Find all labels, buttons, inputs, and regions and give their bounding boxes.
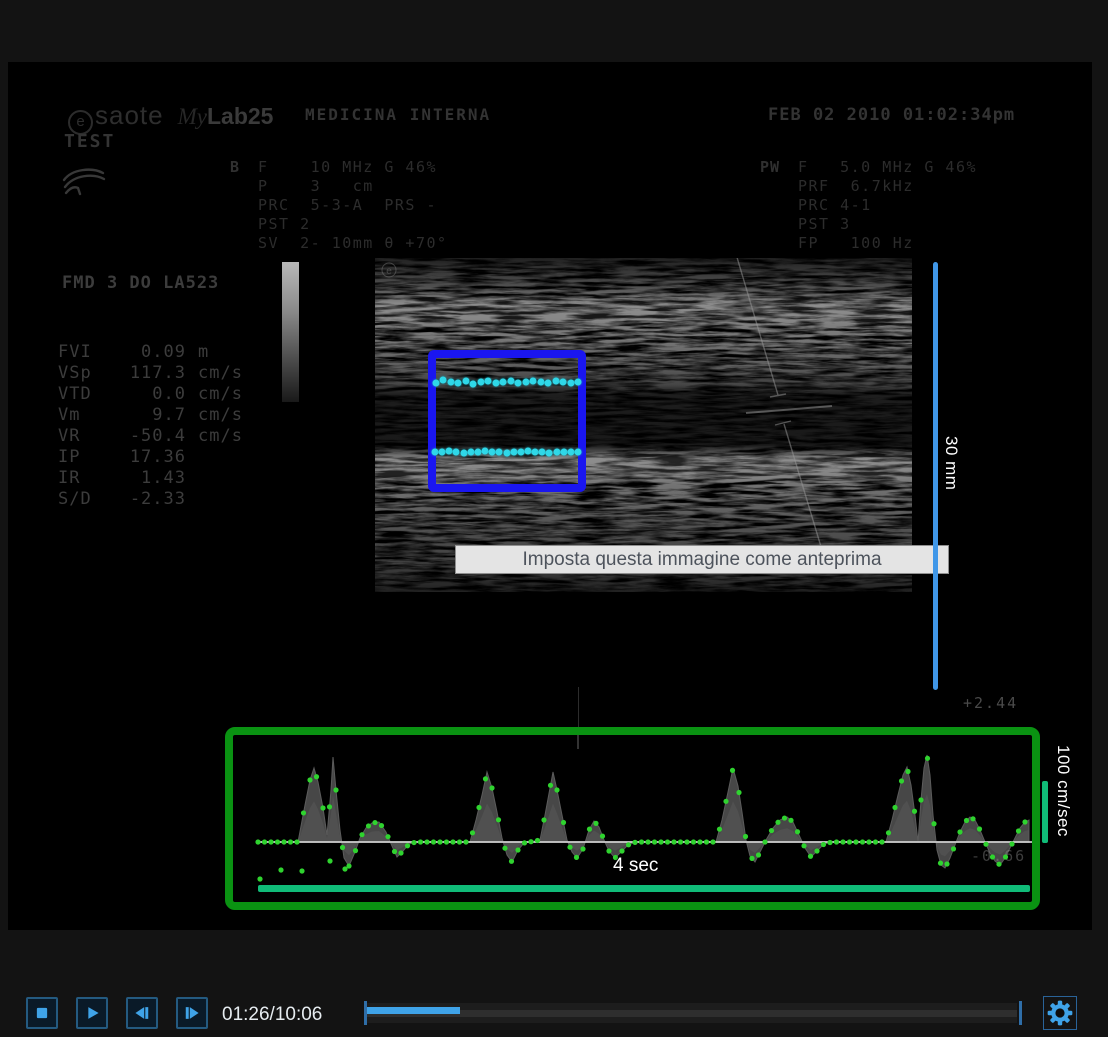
tooltip-text: Imposta questa immagine come anteprima — [522, 549, 881, 571]
pw-params-lines: F 5.0 MHz G 46% PRF 6.7kHz PRC 4-1 PST 3… — [798, 158, 977, 253]
measurement-row: FVI0.09m — [58, 342, 243, 363]
progress-start-tick — [364, 1001, 367, 1025]
depth-scale-line — [933, 262, 938, 690]
product-name-my: My — [178, 104, 207, 130]
fmd-roi-box — [428, 350, 586, 492]
velocity-max-value: +2.44 — [963, 694, 1018, 712]
stop-button[interactable] — [26, 997, 58, 1029]
esaote-logo: esaoteMyLab25 — [68, 100, 273, 133]
progress-fill — [367, 1007, 460, 1014]
b-params-lines: F 10 MHz G 46% P 3 cm PRC 5-3-A PRS - PS… — [258, 158, 448, 253]
measurement-row: IR1.43 — [58, 468, 243, 489]
step-back-icon — [131, 1002, 153, 1024]
time-scale-bar — [258, 885, 1030, 892]
measurement-row: IP17.36 — [58, 447, 243, 468]
exam-type: MEDICINA INTERNA — [305, 105, 491, 124]
time-scale-label: 4 sec — [613, 855, 658, 877]
grayscale-bar — [282, 262, 299, 402]
measurement-row: S/D-2.33 — [58, 489, 243, 510]
progress-stripe — [367, 1010, 1017, 1017]
velocity-scale-label: 100 cm/sec — [1053, 745, 1073, 837]
svg-text:e: e — [386, 266, 392, 277]
bmode-label: B — [230, 158, 240, 176]
logo-text: saote — [95, 100, 164, 131]
settings-button[interactable] — [1043, 996, 1077, 1030]
patient-id: TEST — [64, 131, 115, 152]
velocity-scale-bar — [1042, 781, 1048, 843]
progress-end-tick — [1019, 1001, 1022, 1025]
progress-bar[interactable] — [364, 1001, 1022, 1025]
ultrasound-player-window: e saote MyLab25 TEST MEDICINA INTERNA FEB … — [0, 0, 1108, 1037]
measurement-row: VSp117.3cm/s — [58, 363, 243, 384]
product-name-lab: Lab25 — [207, 103, 273, 130]
measurement-row: VTD0.0cm/s — [58, 384, 243, 405]
gear-icon — [1045, 998, 1075, 1028]
set-preview-tooltip: Imposta questa immagine come anteprima — [455, 545, 949, 574]
freeze-measure-label: FMD 3 DO LA523 — [62, 273, 219, 293]
step-back-button[interactable] — [126, 997, 158, 1029]
exam-datetime: FEB 02 2010 01:02:34pm — [768, 105, 1015, 125]
measurement-row: Vm9.7cm/s — [58, 405, 243, 426]
depth-scale-label: 30 mm — [941, 436, 961, 490]
measurements-list: FVI0.09mVSp117.3cm/sVTD0.0cm/sVm9.7cm/sV… — [58, 342, 243, 510]
stop-icon — [31, 1002, 53, 1024]
time-display: 01:26/10:06 — [222, 1004, 322, 1026]
step-forward-button[interactable] — [176, 997, 208, 1029]
play-button[interactable] — [76, 997, 108, 1029]
pwmode-label: PW — [760, 158, 780, 176]
measurement-row: VR-50.4cm/s — [58, 426, 243, 447]
sweep-cursor-line — [578, 687, 579, 728]
step-forward-icon — [181, 1002, 203, 1024]
probe-icon — [60, 164, 108, 204]
play-icon — [81, 1002, 103, 1024]
